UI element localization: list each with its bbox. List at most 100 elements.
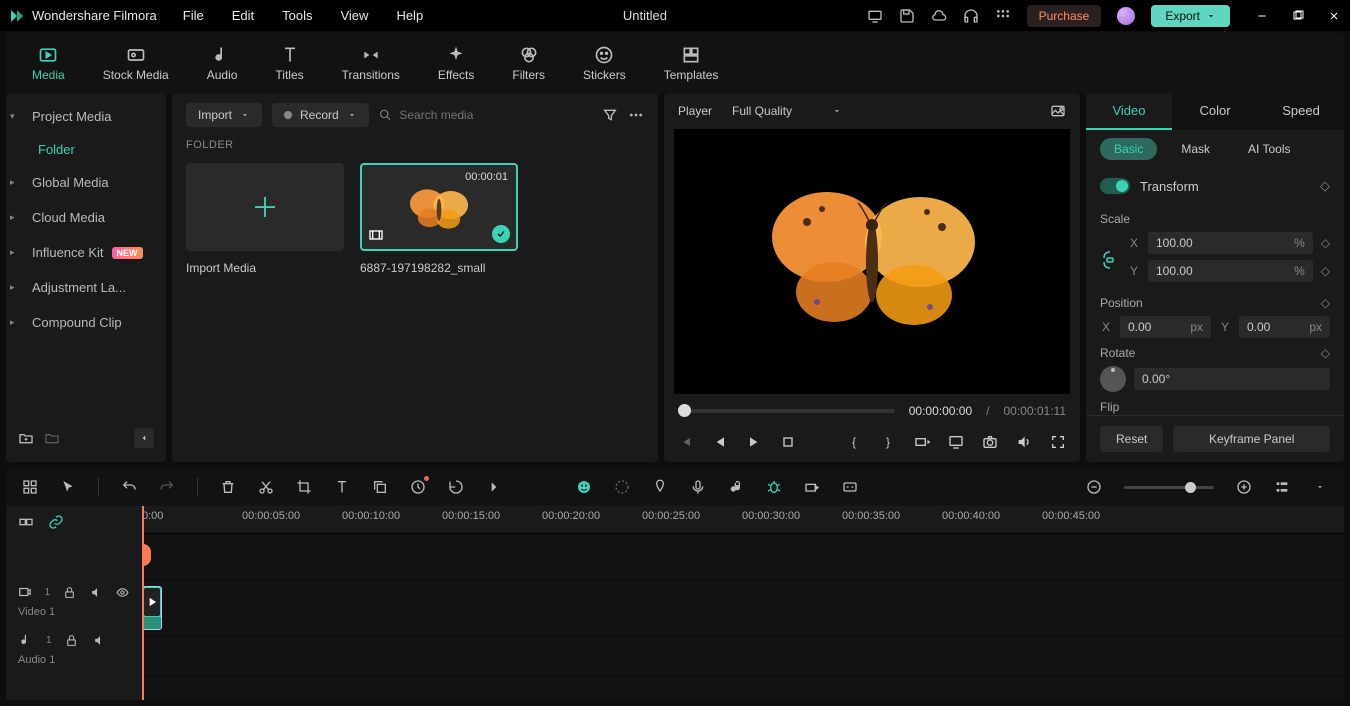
search-media[interactable] [379, 108, 592, 122]
bug-icon[interactable] [766, 479, 782, 495]
avatar[interactable] [1117, 7, 1135, 25]
transform-toggle[interactable] [1100, 178, 1130, 194]
stop-icon[interactable] [780, 434, 796, 450]
menu-help[interactable]: Help [396, 8, 423, 23]
track-view-icon[interactable] [1274, 479, 1290, 495]
reset-button[interactable]: Reset [1100, 426, 1163, 452]
quality-dropdown[interactable]: Full Quality [732, 104, 842, 118]
close-icon[interactable] [1326, 8, 1342, 24]
copy-icon[interactable] [372, 479, 388, 495]
inspector-tab-speed[interactable]: Speed [1258, 93, 1344, 130]
lock-icon[interactable] [62, 584, 77, 600]
tab-effects[interactable]: Effects [432, 41, 480, 86]
speed-icon[interactable] [410, 479, 426, 495]
keyframe-tool-icon[interactable] [804, 479, 820, 495]
menu-file[interactable]: File [183, 8, 204, 23]
text-icon[interactable] [334, 479, 350, 495]
ai-icon[interactable] [576, 479, 592, 495]
pointer-icon[interactable] [60, 479, 76, 495]
rotate-keyframe-icon[interactable]: ◇ [1321, 346, 1330, 360]
export-button[interactable]: Export [1151, 5, 1230, 27]
sidebar-compound-clip[interactable]: Compound Clip [6, 305, 166, 340]
track-options-icon[interactable] [1312, 479, 1328, 495]
snapshot-settings-icon[interactable] [1050, 103, 1066, 119]
timeline-clip[interactable] [142, 586, 162, 630]
position-y-input[interactable]: 0.00px [1239, 316, 1330, 338]
rotate-knob[interactable] [1100, 366, 1126, 392]
volume-icon[interactable] [1016, 434, 1032, 450]
link-tracks-icon[interactable] [48, 514, 64, 530]
mark-in-icon[interactable]: { [846, 434, 862, 450]
playhead[interactable] [142, 506, 144, 700]
video-track-header[interactable]: 1 [6, 578, 142, 606]
delete-icon[interactable] [220, 479, 236, 495]
menu-view[interactable]: View [340, 8, 368, 23]
tab-audio[interactable]: Audio [201, 41, 244, 86]
collapse-sidebar-icon[interactable] [134, 428, 154, 448]
play-icon[interactable] [746, 434, 762, 450]
visibility-icon[interactable] [115, 584, 130, 600]
save-icon[interactable] [899, 8, 915, 24]
sidebar-cloud-media[interactable]: Cloud Media [6, 200, 166, 235]
time-ruler[interactable]: 0:0000:00:05:0000:00:10:0000:00:15:0000:… [142, 506, 1344, 534]
camera-icon[interactable] [982, 434, 998, 450]
zoom-out-icon[interactable] [1086, 479, 1102, 495]
audio-track-header[interactable]: 1 [6, 626, 142, 654]
headphones-icon[interactable] [963, 8, 979, 24]
reverse-icon[interactable] [448, 479, 464, 495]
minimize-icon[interactable] [1254, 8, 1270, 24]
tab-titles[interactable]: Titles [269, 41, 309, 86]
inspector-tab-color[interactable]: Color [1172, 93, 1258, 130]
sidebar-adjustment-layer[interactable]: Adjustment La... [6, 270, 166, 305]
mute-icon[interactable] [89, 584, 104, 600]
maximize-icon[interactable] [1290, 8, 1306, 24]
import-media-tile[interactable]: Import Media [186, 163, 344, 275]
scrub-bar[interactable] [678, 409, 895, 413]
zoom-slider[interactable] [1124, 486, 1214, 489]
grid-icon[interactable] [22, 479, 38, 495]
crop-icon[interactable] [296, 479, 312, 495]
scale-y-keyframe-icon[interactable]: ◇ [1321, 264, 1330, 278]
zoom-in-icon[interactable] [1236, 479, 1252, 495]
fullscreen-icon[interactable] [1050, 434, 1066, 450]
tab-stickers[interactable]: Stickers [577, 41, 632, 86]
more-icon[interactable] [628, 107, 644, 123]
purchase-button[interactable]: Purchase [1027, 5, 1102, 27]
caption-icon[interactable] [842, 479, 858, 495]
preview-canvas[interactable] [674, 129, 1070, 394]
device-icon[interactable] [867, 8, 883, 24]
audio-mute-icon[interactable] [92, 632, 108, 648]
transform-keyframe-icon[interactable]: ◇ [1320, 178, 1330, 194]
filter-icon[interactable] [602, 107, 618, 123]
play-backward-icon[interactable] [712, 434, 728, 450]
tab-filters[interactable]: Filters [506, 41, 551, 86]
search-input[interactable] [399, 108, 592, 122]
media-clip-tile[interactable]: 00:00:01 6887-197198282_small [360, 163, 518, 275]
new-bin-icon[interactable] [44, 430, 60, 446]
scale-x-keyframe-icon[interactable]: ◇ [1321, 236, 1330, 250]
scrub-handle[interactable] [678, 404, 691, 417]
sidebar-influence-kit[interactable]: Influence KitNEW [6, 235, 166, 270]
sidebar-project-media[interactable]: Project Media [6, 99, 166, 134]
mark-out-icon[interactable]: } [880, 434, 896, 450]
inspector-tab-video[interactable]: Video [1086, 93, 1172, 130]
mic-icon[interactable] [690, 479, 706, 495]
menu-edit[interactable]: Edit [232, 8, 254, 23]
ratio-icon[interactable] [914, 434, 930, 450]
timeline-mode-icon[interactable] [18, 514, 34, 530]
menu-tools[interactable]: Tools [282, 8, 312, 23]
link-scale-icon[interactable] [1100, 252, 1120, 268]
timeline-tracks-area[interactable]: 0:0000:00:05:0000:00:10:0000:00:15:0000:… [142, 506, 1344, 700]
color-icon[interactable] [614, 479, 630, 495]
tab-stock-media[interactable]: Stock Media [97, 41, 175, 86]
cut-icon[interactable] [258, 479, 274, 495]
subtab-ai-tools[interactable]: AI Tools [1234, 138, 1304, 160]
cloud-icon[interactable] [931, 8, 947, 24]
tab-transitions[interactable]: Transitions [336, 41, 406, 86]
sidebar-folder[interactable]: Folder [6, 134, 166, 165]
marker-icon[interactable] [652, 479, 668, 495]
prev-frame-icon[interactable] [678, 434, 694, 450]
redo-icon[interactable] [159, 479, 175, 495]
tab-templates[interactable]: Templates [658, 41, 725, 86]
import-dropdown[interactable]: Import [186, 103, 262, 127]
